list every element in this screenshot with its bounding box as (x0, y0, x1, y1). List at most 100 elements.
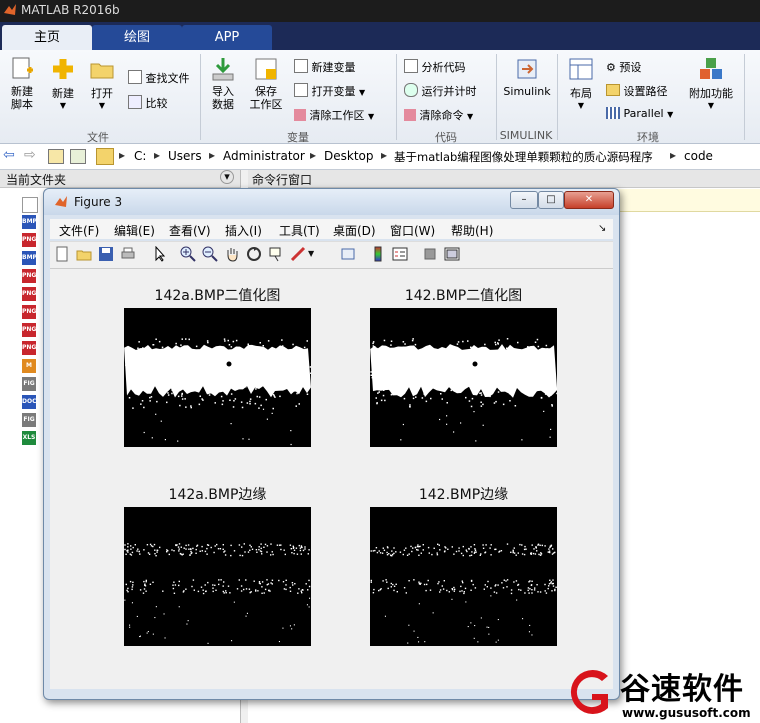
breadcrumb-item[interactable]: Users (168, 149, 202, 163)
new-figure-icon[interactable] (54, 246, 70, 262)
analyze-code-button[interactable]: 分析代码 (404, 59, 466, 75)
bmp-file-icon[interactable]: BMP (22, 251, 37, 265)
compare-icon (128, 95, 142, 109)
binary-speckle (260, 374, 262, 377)
binary-speckle (372, 360, 374, 362)
show-plot-tools-icon[interactable] (444, 246, 460, 262)
edge-image-axes[interactable] (124, 507, 311, 646)
tab-home[interactable]: 主页 (2, 25, 92, 50)
binary-speckle (160, 420, 162, 422)
legend-icon[interactable] (392, 246, 408, 262)
xls-file-icon[interactable]: XLS (22, 431, 36, 445)
edge-pixel (474, 551, 476, 553)
binary-speckle (169, 362, 172, 364)
import-data-button[interactable]: 导入 数据 (206, 56, 240, 111)
new-button[interactable]: 新建 ▼ (46, 56, 80, 110)
open-button[interactable]: 打开 ▼ (86, 56, 118, 110)
breadcrumb-item[interactable]: Administrator (223, 149, 305, 163)
run-and-time-button[interactable]: 运行并计时 (404, 83, 477, 99)
breadcrumb-item[interactable]: 基于matlab编程图像处理单颗颗粒的质心源码程序 (394, 149, 653, 165)
fig-file-icon[interactable]: FIG (22, 413, 36, 427)
hide-plot-tools-icon[interactable] (422, 246, 438, 262)
new-variable-button[interactable]: 新建变量 (294, 59, 356, 75)
m-file-icon[interactable]: M (22, 359, 36, 373)
blank-file-icon[interactable] (22, 197, 38, 213)
breadcrumb-item[interactable]: Desktop (324, 149, 374, 163)
edge-pixel (451, 588, 453, 590)
data-cursor-icon[interactable] (268, 246, 284, 262)
binary-image-axes[interactable] (370, 308, 557, 447)
edge-pixel (124, 599, 126, 601)
print-icon[interactable] (120, 246, 136, 262)
save-icon[interactable] (98, 246, 114, 262)
binary-speckle (412, 384, 415, 386)
menu-desktop[interactable]: 桌面(D) (333, 222, 376, 239)
edge-pixel (253, 580, 255, 582)
binary-image-axes[interactable] (124, 308, 311, 447)
open-variable-button[interactable]: 打开变量 ▼ (294, 83, 365, 99)
browse-folder-icon[interactable] (70, 149, 86, 164)
edge-pixel (488, 626, 490, 628)
png-file-icon[interactable]: PNG (22, 287, 36, 301)
parallel-button[interactable]: Parallel ▼ (606, 107, 673, 120)
png-file-icon[interactable]: PNG (22, 233, 36, 247)
colorbar-icon[interactable] (370, 246, 386, 262)
edge-image-axes[interactable] (370, 507, 557, 646)
tab-apps[interactable]: APP (182, 25, 272, 50)
binary-speckle (126, 347, 128, 349)
edge-pixel (473, 637, 475, 639)
bmp-file-icon[interactable]: BMP (22, 215, 37, 229)
panel-menu-icon[interactable]: ▾ (220, 170, 234, 184)
zoom-out-icon[interactable] (202, 246, 218, 262)
edge-pixel (258, 548, 260, 551)
compare-button[interactable]: 比较 (128, 95, 168, 111)
pan-hand-icon[interactable] (224, 246, 240, 262)
tab-plots[interactable]: 绘图 (92, 25, 182, 50)
edge-pixel (307, 589, 309, 591)
set-path-button[interactable]: 设置路径 (606, 83, 668, 99)
open-file-icon[interactable] (76, 246, 92, 262)
simulink-button[interactable]: Simulink (502, 56, 552, 98)
menu-edit[interactable]: 编辑(E) (114, 222, 155, 239)
edge-pixel (416, 549, 418, 551)
chevron-down-icon[interactable]: ▼ (308, 249, 314, 258)
brush-icon[interactable] (290, 246, 306, 262)
menu-view[interactable]: 查看(V) (169, 222, 211, 239)
png-file-icon[interactable]: PNG (22, 341, 36, 355)
png-file-icon[interactable]: PNG (22, 269, 36, 283)
doc-file-icon[interactable]: DOC (22, 395, 36, 409)
new-script-button[interactable]: 新建 脚本 (4, 56, 40, 111)
menu-file[interactable]: 文件(F) (59, 222, 99, 239)
edge-pixel (466, 550, 468, 553)
preferences-button[interactable]: ⚙ 预设 (606, 59, 641, 75)
png-file-icon[interactable]: PNG (22, 323, 36, 337)
menu-window[interactable]: 窗口(W) (390, 222, 435, 239)
png-file-icon[interactable]: PNG (22, 305, 36, 319)
clear-commands-button[interactable]: 清除命令 ▼ (404, 107, 473, 123)
find-files-button[interactable]: 查找文件 (128, 70, 190, 86)
save-workspace-button[interactable]: 保存 工作区 (246, 56, 286, 111)
menu-dock-icon[interactable]: ↘ (598, 223, 606, 234)
addons-button[interactable]: 附加功能 ▼ (686, 56, 736, 110)
menu-tools[interactable]: 工具(T) (279, 222, 320, 239)
breadcrumb-item[interactable]: code (684, 149, 713, 163)
breadcrumb-item[interactable]: C: (134, 149, 146, 163)
minimize-button[interactable]: – (510, 191, 538, 209)
rotate-3d-icon[interactable] (246, 246, 262, 262)
edge-pixel (230, 554, 232, 557)
back-arrow-icon[interactable]: ⇦ (3, 147, 15, 163)
link-plot-icon[interactable] (340, 246, 356, 262)
close-button[interactable]: ✕ (564, 191, 614, 209)
layout-button[interactable]: 布局 ▼ (562, 56, 600, 110)
pointer-arrow-icon[interactable] (152, 246, 168, 262)
fig-file-icon[interactable]: FIG (22, 377, 36, 391)
up-folder-icon[interactable] (48, 149, 64, 164)
forward-arrow-icon[interactable]: ⇨ (24, 147, 36, 163)
menu-help[interactable]: 帮助(H) (451, 222, 493, 239)
clear-workspace-button[interactable]: 清除工作区 ▼ (294, 107, 374, 123)
binary-speckle (517, 341, 519, 344)
menu-insert[interactable]: 插入(I) (225, 222, 262, 239)
maximize-button[interactable]: □ (538, 191, 564, 209)
binary-speckle (456, 373, 458, 375)
zoom-in-icon[interactable] (180, 246, 196, 262)
